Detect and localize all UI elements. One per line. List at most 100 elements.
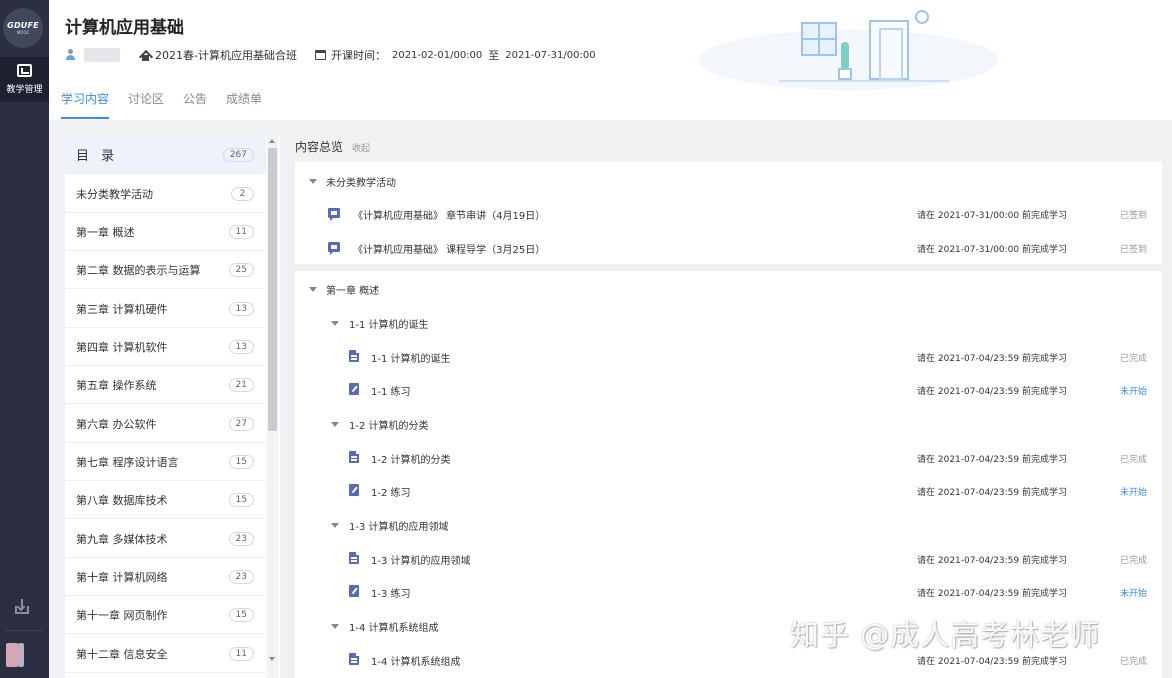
scroll-down-icon[interactable]: [269, 657, 275, 661]
discussion-icon: [328, 242, 340, 255]
document-icon: [349, 552, 359, 564]
catalog-item[interactable]: 第六章 办公软件 27: [65, 405, 266, 443]
tab-gradebook[interactable]: 成绩单: [226, 90, 262, 120]
user-icon: [65, 49, 76, 61]
section-header[interactable]: 第一章 概述: [295, 272, 1162, 305]
activity-row[interactable]: 1-1 计算机的诞生 请在 2021-07-04/23:59 前完成学习 已完成: [295, 340, 1162, 373]
catalog-item[interactable]: 未分类教学活动 2: [65, 175, 266, 213]
catalog-item[interactable]: 第七章 程序设计语言 15: [65, 443, 266, 481]
course-header: 计算机应用基础 2021春-计算机应用基础合班 开课时间： 2021-02-01…: [49, 0, 1172, 120]
status-badge: 已完成: [1119, 556, 1147, 566]
exercise-icon: [349, 585, 359, 597]
home-icon: [140, 50, 151, 61]
count-badge: 23: [228, 531, 254, 546]
count-badge: 13: [228, 339, 254, 354]
caret-down-icon[interactable]: [309, 179, 317, 184]
status-badge: 未开始: [1119, 589, 1147, 599]
document-icon: [349, 350, 359, 362]
scroll-up-icon[interactable]: [269, 139, 275, 143]
count-badge: 267: [222, 147, 254, 162]
count-badge: 21: [228, 377, 254, 392]
subsection-header[interactable]: 1-3 计算机的应用领域: [295, 508, 1162, 541]
tab-learning-content[interactable]: 学习内容: [61, 90, 110, 120]
catalog-scrollbar[interactable]: [267, 136, 278, 678]
page-title: 计算机应用基础: [65, 18, 184, 38]
section-header[interactable]: 未分类教学活动: [295, 164, 1162, 197]
subsection-header[interactable]: 1-2 计算机的分类: [295, 407, 1162, 440]
status-badge: 已签到: [1119, 245, 1147, 255]
count-badge: 15: [228, 492, 254, 507]
divider: [6, 630, 42, 631]
status-badge: 已完成: [1119, 657, 1147, 667]
zhihu-watermark: 知乎 @成人高考林老师: [790, 618, 1101, 652]
status-badge: 已完成: [1119, 455, 1147, 465]
activity-row[interactable]: 1-2 计算机的分类 请在 2021-07-04/23:59 前完成学习 已完成: [295, 441, 1162, 474]
course-tabs: 学习内容 讨论区 公告 成绩单: [61, 90, 281, 120]
teacher-name-blurred: [84, 48, 120, 62]
activity-row[interactable]: 1-3 计算机的应用领域 请在 2021-07-04/23:59 前完成学习 已…: [295, 542, 1162, 575]
count-badge: 13: [228, 301, 254, 316]
nav-rail: GDUFE MOOC 教学管理: [0, 0, 49, 678]
time-label: 开课时间：: [330, 49, 386, 62]
catalog-sidebar: 目 录 267 未分类教学活动 2 第一章 概述 11 第二章 数据的表示与运算 25…: [65, 136, 280, 678]
header-illustration: [689, 0, 999, 92]
catalog-item[interactable]: 第十二章 信息安全 11: [65, 635, 266, 673]
end-time: 2021-07-31/00:00: [505, 49, 596, 61]
download-icon[interactable]: [13, 598, 31, 616]
content-overview-header: 内容总览 收起: [295, 138, 370, 155]
activity-row[interactable]: 1-3 练习 请在 2021-07-04/23:59 前完成学习 未开始: [295, 575, 1162, 608]
status-badge: 未开始: [1119, 387, 1147, 397]
document-icon: [349, 451, 359, 463]
teaching-icon: [17, 64, 32, 77]
count-badge: 11: [228, 224, 254, 239]
tab-discussion[interactable]: 讨论区: [128, 90, 164, 120]
avatar-blur: [18, 643, 24, 667]
collapse-link[interactable]: 收起: [352, 141, 370, 154]
catalog-item[interactable]: 第二章 数据的表示与运算 25: [65, 251, 266, 289]
status-badge: 未开始: [1119, 488, 1147, 498]
count-badge: 25: [228, 262, 254, 277]
section-card-uncategorized: 未分类教学活动 《计算机应用基础》 章节串讲（4月19日） 请在 2021-07…: [295, 162, 1162, 264]
calendar-icon: [314, 50, 326, 60]
discussion-icon: [328, 208, 340, 221]
count-badge: 27: [228, 416, 254, 431]
start-time: 2021-02-01/00:00: [391, 49, 483, 61]
scroll-thumb[interactable]: [268, 148, 277, 431]
time-separator: 至: [488, 49, 500, 62]
catalog-item[interactable]: 第十章 计算机网络 23: [65, 558, 266, 596]
activity-row[interactable]: 《计算机应用基础》 章节串讲（4月19日） 请在 2021-07-31/00:0…: [295, 197, 1162, 230]
activity-row[interactable]: 1-2 练习 请在 2021-07-04/23:59 前完成学习 未开始: [295, 474, 1162, 507]
count-badge: 11: [228, 646, 254, 661]
document-icon: [349, 653, 359, 665]
catalog-item[interactable]: 第十一章 网页制作 15: [65, 596, 266, 634]
caret-down-icon[interactable]: [331, 624, 339, 629]
catalog-item[interactable]: 第一章 概述 11: [65, 213, 266, 251]
exercise-icon: [349, 484, 359, 496]
catalog-header[interactable]: 目 录 267: [65, 136, 266, 174]
count-badge: 23: [228, 569, 254, 584]
caret-down-icon[interactable]: [331, 523, 339, 528]
status-badge: 已完成: [1119, 354, 1147, 364]
tab-announcements[interactable]: 公告: [183, 90, 207, 120]
nav-label: 教学管理: [6, 85, 43, 95]
caret-down-icon[interactable]: [331, 321, 339, 326]
catalog-item[interactable]: 第四章 计算机软件 13: [65, 328, 266, 366]
caret-down-icon[interactable]: [331, 422, 339, 427]
activity-row[interactable]: 1-1 练习 请在 2021-07-04/23:59 前完成学习 未开始: [295, 373, 1162, 406]
exercise-icon: [349, 383, 359, 395]
status-badge: 已签到: [1119, 211, 1147, 221]
caret-down-icon[interactable]: [309, 287, 317, 292]
catalog-item[interactable]: 第三章 计算机硬件 13: [65, 290, 266, 328]
subsection-header[interactable]: 1-1 计算机的诞生: [295, 306, 1162, 339]
avatar[interactable]: [6, 643, 18, 667]
gdufe-mooc-logo[interactable]: GDUFE MOOC: [3, 8, 43, 48]
activity-row[interactable]: 《计算机应用基础》 课程导学（3月25日） 请在 2021-07-31/00:0…: [295, 231, 1162, 264]
nav-teaching-management[interactable]: 教学管理: [0, 57, 49, 102]
class-name: 2021春-计算机应用基础合班: [155, 49, 297, 62]
catalog-item[interactable]: 第五章 操作系统 21: [65, 366, 266, 404]
count-badge: 15: [228, 607, 254, 622]
catalog-item[interactable]: 第九章 多媒体技术 23: [65, 520, 266, 558]
catalog-item[interactable]: 第八章 数据库技术 15: [65, 481, 266, 519]
course-meta: 2021春-计算机应用基础合班 开课时间： 2021-02-01/00:00 至…: [65, 46, 602, 64]
overview-title: 内容总览: [295, 140, 344, 154]
